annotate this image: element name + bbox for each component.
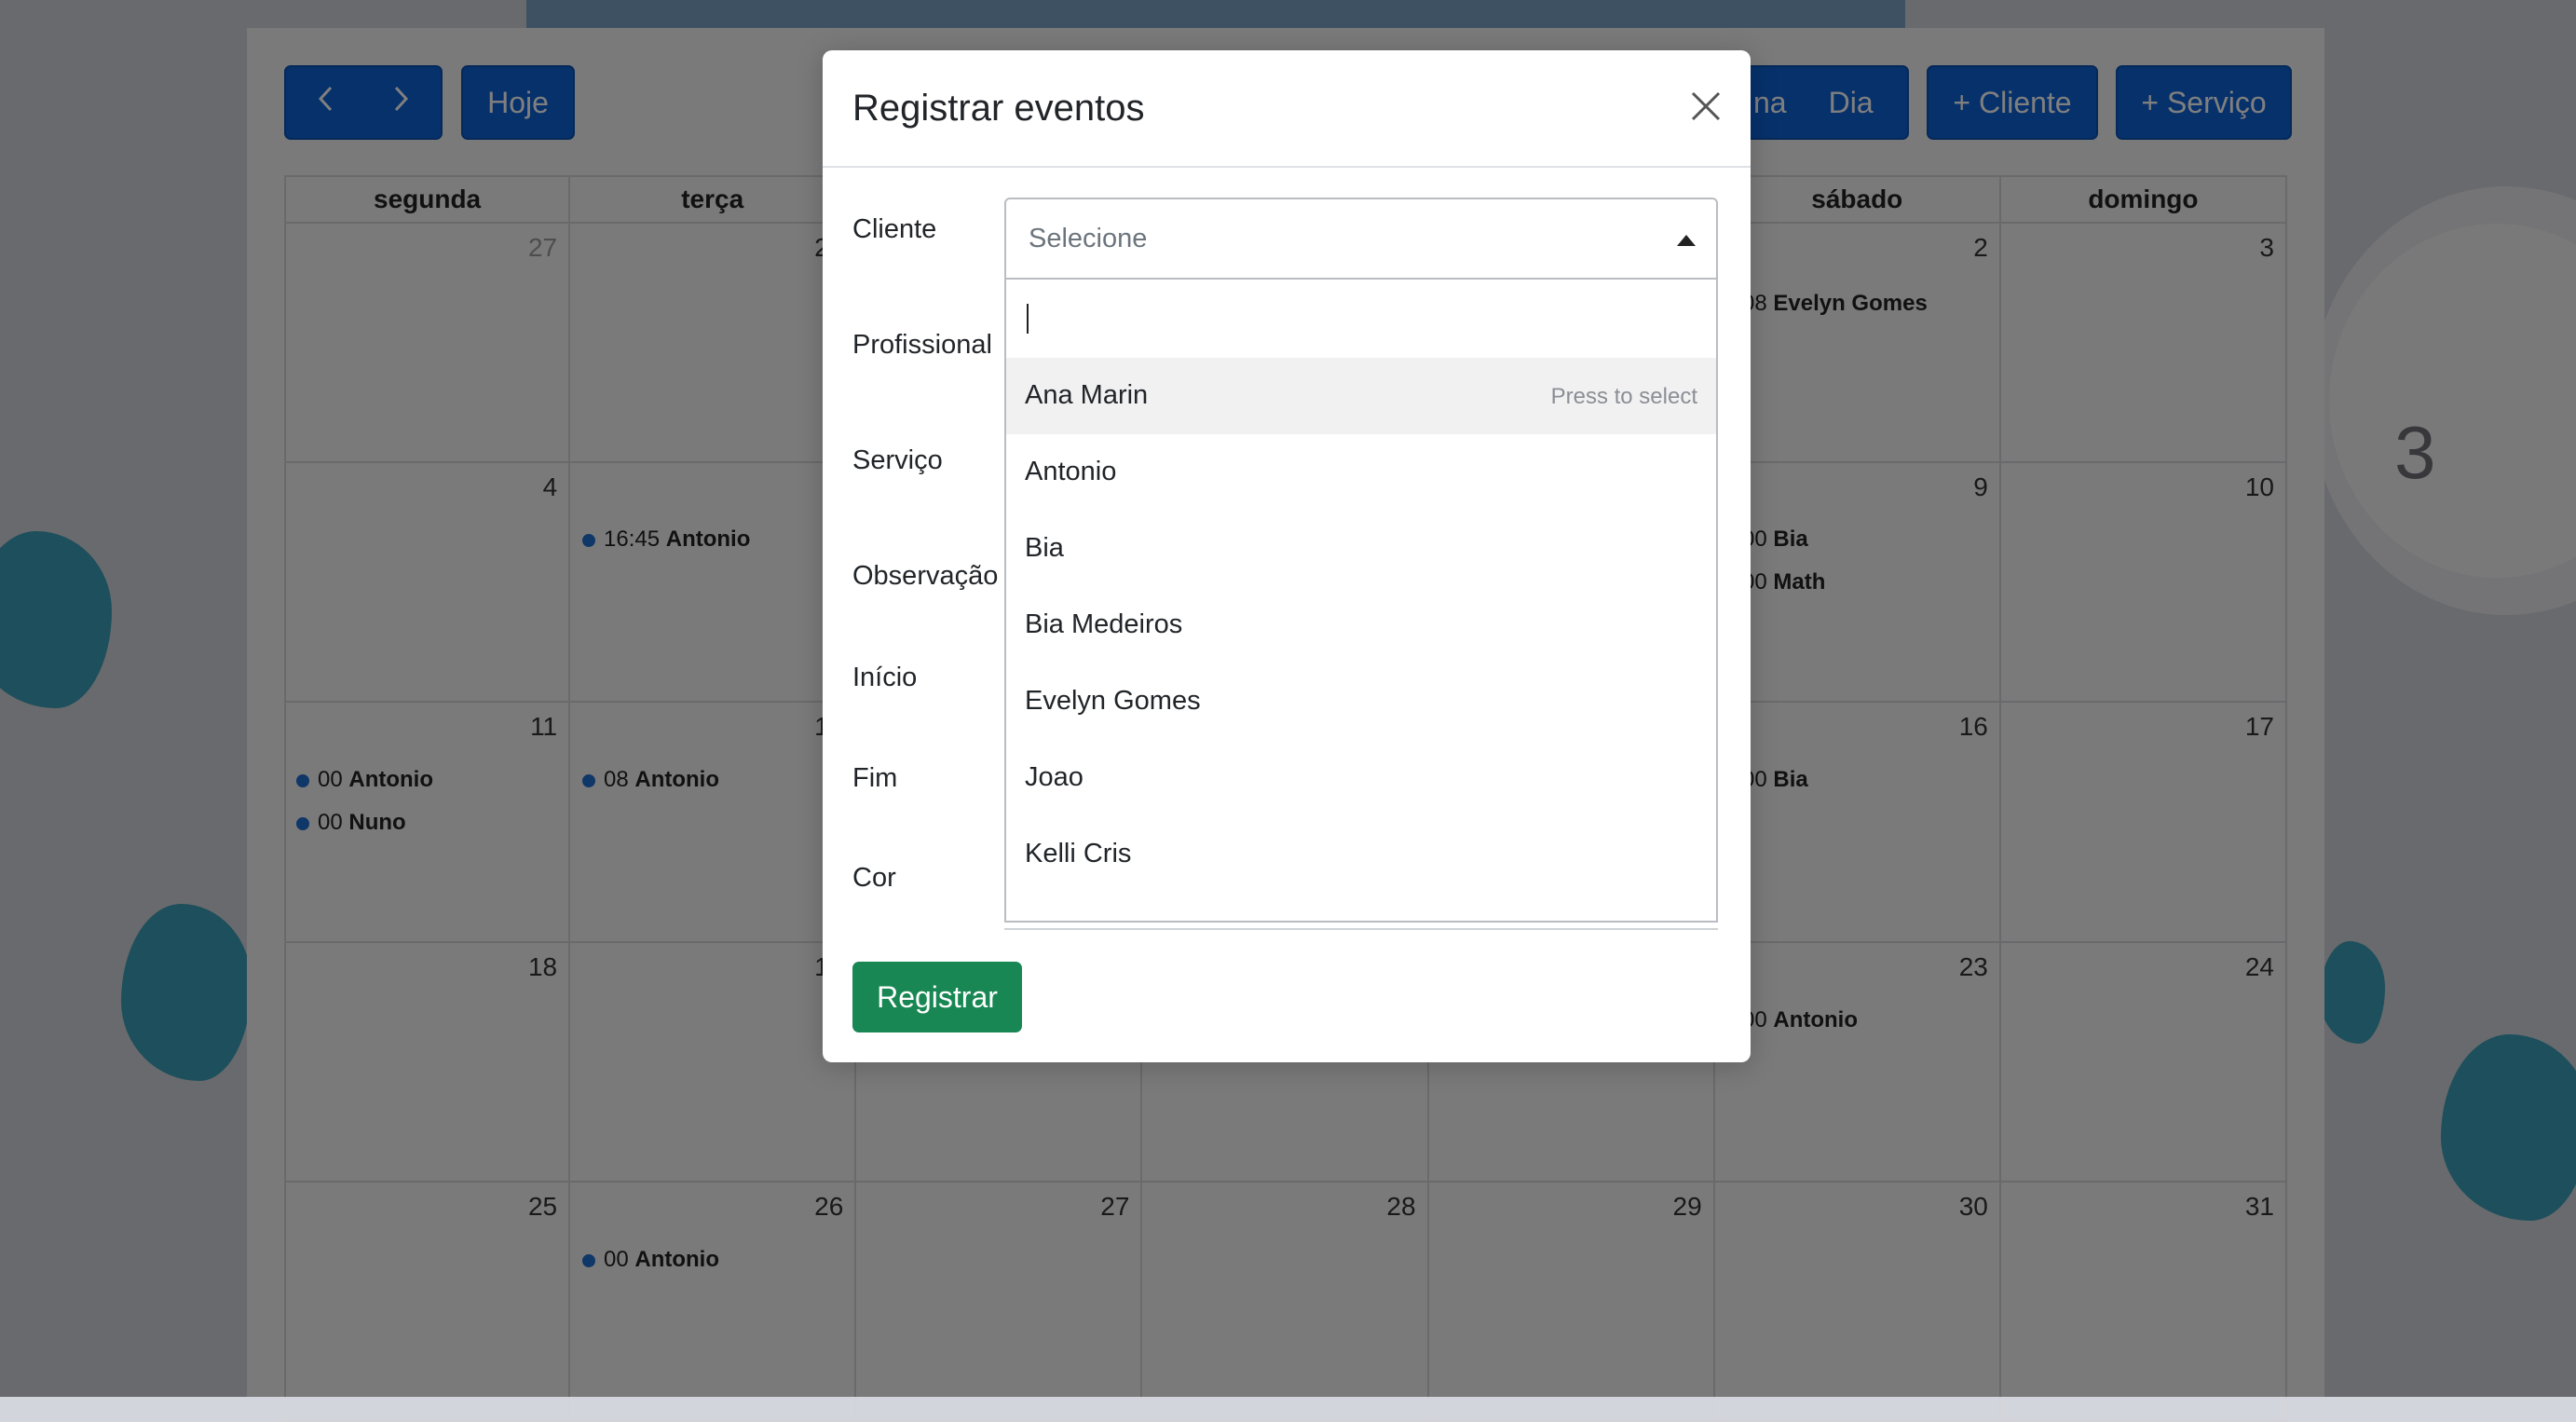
client-select-placeholder: Selecione	[1029, 224, 1148, 253]
label-fim: Fim	[852, 763, 898, 793]
label-observacao: Observação	[852, 561, 999, 591]
caret-up-icon	[1677, 235, 1696, 246]
client-dropdown: Ana Marin Press to select Antonio Bia Bi…	[1004, 280, 1718, 923]
register-event-modal: Registrar eventos Cliente Profissional S…	[823, 50, 1751, 1062]
client-option[interactable]: Bia Medeiros	[1006, 587, 1716, 663]
select-hint: Press to select	[1550, 384, 1697, 409]
label-cor: Cor	[852, 863, 896, 893]
register-button[interactable]: Registrar	[852, 962, 1022, 1032]
client-option[interactable]: Evelyn Gomes	[1006, 663, 1716, 740]
client-option[interactable]: Kelli Cris	[1006, 816, 1716, 893]
label-inicio: Início	[852, 663, 918, 692]
client-option[interactable]: Joao	[1006, 740, 1716, 816]
client-search-input[interactable]	[1006, 280, 1716, 360]
client-option[interactable]: Antonio	[1006, 434, 1716, 511]
client-option[interactable]: Bia	[1006, 511, 1716, 587]
text-cursor	[1027, 304, 1029, 334]
label-servico: Serviço	[852, 445, 943, 475]
client-select[interactable]: Selecione	[1004, 198, 1718, 280]
modal-divider	[823, 166, 1751, 168]
modal-title: Registrar eventos	[852, 88, 1145, 129]
label-profissional: Profissional	[852, 330, 992, 360]
close-icon[interactable]	[1687, 88, 1724, 125]
field-border	[1004, 928, 1718, 930]
client-option[interactable]: Ana Marin Press to select	[1006, 358, 1716, 434]
label-cliente: Cliente	[852, 214, 937, 244]
